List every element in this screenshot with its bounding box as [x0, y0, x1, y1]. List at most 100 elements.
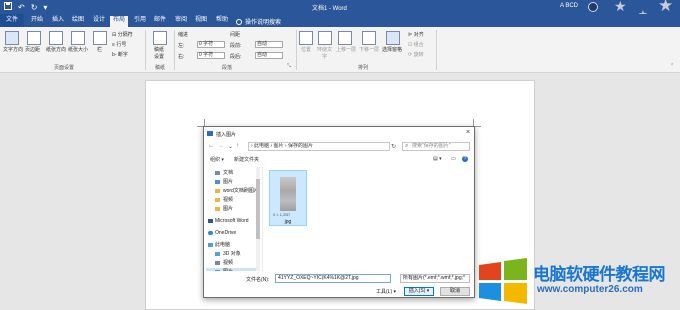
rotate-button[interactable]: ⟳ 旋转 [408, 51, 424, 58]
size-icon[interactable] [71, 31, 85, 45]
nav-item-microsoft-word[interactable]: Microsoft Word [206, 217, 260, 225]
bring-forward-button[interactable]: 上移一层 [336, 46, 356, 53]
wrap-text-label-2[interactable]: 字 [322, 53, 327, 60]
tab-help[interactable]: 帮助 [213, 16, 231, 27]
filename-input[interactable]: 41YYZ_OXEQ~YIC(K4%1K@2T.jpg [275, 274, 391, 283]
refresh-icon[interactable]: ↻ [391, 143, 396, 150]
up-icon[interactable]: ↑ [236, 143, 239, 149]
spacing-before-input[interactable]: 自动 [255, 41, 283, 48]
text-direction-button[interactable]: 文字方向 [3, 46, 23, 53]
orientation-icon[interactable] [49, 31, 63, 45]
indent-right-input[interactable]: 0 字符 [197, 52, 225, 59]
scroll-thumb[interactable] [256, 179, 260, 239]
bring-forward-icon[interactable] [338, 31, 352, 45]
indent-left-input[interactable]: 0 字符 [197, 41, 225, 48]
ribbon-tabs: 文件 开始 插入 绘图 设计 布局 引用 邮件 审阅 视图 帮助 操作说明搜索 [0, 14, 680, 27]
margins-icon[interactable] [27, 31, 41, 45]
selection-pane-icon[interactable] [386, 31, 400, 45]
indent-right-label: 右: [178, 54, 185, 60]
send-backward-icon[interactable] [362, 31, 376, 45]
size-button[interactable]: 纸张大小 [68, 46, 88, 53]
close-icon[interactable]: × [466, 129, 470, 136]
file-item-selected[interactable]: 0 × 1,2B7 jpg [269, 170, 307, 226]
spacing-after-input[interactable]: 自动 [255, 52, 283, 59]
nav-item-onedrive[interactable]: OneDrive [206, 229, 260, 237]
preview-pane-icon[interactable]: ▭ [451, 156, 456, 162]
tab-view[interactable]: 视图 [192, 16, 210, 27]
draft-settings-label-1[interactable]: 稿纸 [154, 46, 164, 53]
text-direction-icon[interactable] [5, 31, 19, 45]
organize-button[interactable]: 组织 ▾ [210, 156, 224, 163]
collapse-ribbon-icon[interactable]: ⌃ [670, 63, 674, 69]
redo-icon[interactable]: ↻ [31, 3, 38, 13]
tab-draw[interactable]: 绘图 [69, 16, 87, 27]
group-objects-button[interactable]: ⊡ 组合 [408, 41, 424, 48]
tab-home[interactable]: 开始 [28, 16, 46, 27]
nav-scrollbar[interactable] [256, 167, 260, 271]
breaks-button[interactable]: ⊟ 分隔符 [112, 31, 133, 38]
orientation-button[interactable]: 纸张方向 [46, 46, 66, 53]
draft-settings-label-2[interactable]: 设置 [154, 53, 164, 60]
nav-item-3d-objects[interactable]: 3D 对象 [206, 250, 260, 258]
selection-pane-button[interactable]: 选择窗格 [382, 46, 402, 53]
nav-item-picture-folder[interactable]: 图片 [206, 205, 260, 213]
user-name[interactable]: A BCD [560, 3, 578, 9]
tab-review[interactable]: 审阅 [172, 16, 190, 27]
nav-item-video-folder[interactable]: 视频 [206, 196, 260, 204]
command-bar: 组织 ▾ 新建文件夹 ▤ ▾ ▭ ? [204, 155, 474, 165]
tab-references[interactable]: 引用 [131, 16, 149, 27]
back-icon[interactable]: ← [208, 143, 214, 149]
tab-mailings[interactable]: 邮件 [151, 16, 169, 27]
search-input[interactable]: 搜索"保存的图片" [402, 142, 470, 151]
insert-picture-dialog: 插入图片 × ← → ⌄ ↑ › 此电脑 › 图片 › 保存的图片 ↻ 搜索"保… [203, 126, 475, 298]
columns-icon[interactable] [93, 31, 107, 45]
customize-icon[interactable]: ▾ [43, 3, 47, 13]
position-icon[interactable] [299, 31, 313, 45]
forward-icon[interactable]: → [218, 143, 224, 149]
file-list: 0 × 1,2B7 jpg [262, 167, 472, 271]
tab-layout[interactable]: 布局 [110, 16, 129, 27]
undo-icon[interactable]: ↶ [18, 3, 25, 13]
align-button[interactable]: ⊫ 对齐 [408, 31, 424, 38]
draft-group-label: 稿纸 [155, 65, 166, 71]
indent-left-label: 左: [178, 43, 185, 49]
dialog-buttons: 工具(L) ▾ 插入(S) ▾ 取消 [204, 286, 474, 297]
nav-item-word-folder[interactable]: word文档刷图片总 [206, 187, 260, 195]
new-folder-button[interactable]: 新建文件夹 [234, 156, 259, 163]
breadcrumb[interactable]: › 此电脑 › 图片 › 保存的图片 [248, 142, 390, 151]
paragraph-group-label: 段落 [222, 65, 233, 71]
file-dimensions: 0 × 1,2B7 [273, 212, 291, 217]
insert-button[interactable]: 插入(S) ▾ [404, 287, 434, 296]
cancel-button[interactable]: 取消 [440, 287, 470, 296]
view-options-icon[interactable]: ▤ ▾ [433, 156, 442, 162]
nav-item-pictures[interactable]: 图片 [206, 178, 260, 186]
tell-me-box[interactable]: 操作说明搜索 [236, 17, 281, 26]
group-separator [174, 30, 175, 70]
line-numbers-button[interactable]: ≡ 行号 [112, 41, 126, 48]
margins-button[interactable]: 页边距 [25, 46, 40, 53]
nav-item-pictures-selected[interactable]: 图片 [206, 268, 260, 271]
tab-design[interactable]: 设计 [90, 16, 108, 27]
send-backward-button[interactable]: 下移一层 [359, 46, 379, 53]
help-icon[interactable]: ? [462, 156, 468, 162]
position-button[interactable]: 位置 [301, 46, 311, 53]
nav-item-videos[interactable]: 视频 [206, 259, 260, 267]
nav-item-documents[interactable]: 文档 [206, 169, 260, 177]
computer-icon [208, 243, 213, 247]
word-icon [208, 219, 213, 223]
tools-button[interactable]: 工具(L) ▾ [376, 288, 396, 295]
wrap-text-icon[interactable] [318, 31, 332, 45]
watermark: 电脑软硬件教程网 www.computer26.com [473, 254, 680, 310]
filetype-select[interactable]: 所有图片(*.emf;*.wmf;*.jpg;* [400, 274, 470, 283]
nav-item-this-pc[interactable]: 此电脑 [206, 241, 260, 249]
chevron-down-icon[interactable]: ⌄ [228, 143, 233, 150]
draft-settings-icon[interactable] [153, 31, 167, 45]
paragraph-dialog-launcher-icon[interactable]: ⤡ [287, 63, 291, 69]
wrap-text-label-1[interactable]: 环绕文 [317, 46, 332, 53]
save-icon[interactable] [4, 2, 12, 13]
avatar[interactable] [588, 2, 598, 12]
tab-insert[interactable]: 插入 [49, 16, 67, 27]
hyphenation-button[interactable]: b- 断字 [112, 51, 128, 58]
tab-file[interactable]: 文件 [0, 14, 24, 27]
columns-button[interactable]: 栏 [97, 46, 102, 53]
